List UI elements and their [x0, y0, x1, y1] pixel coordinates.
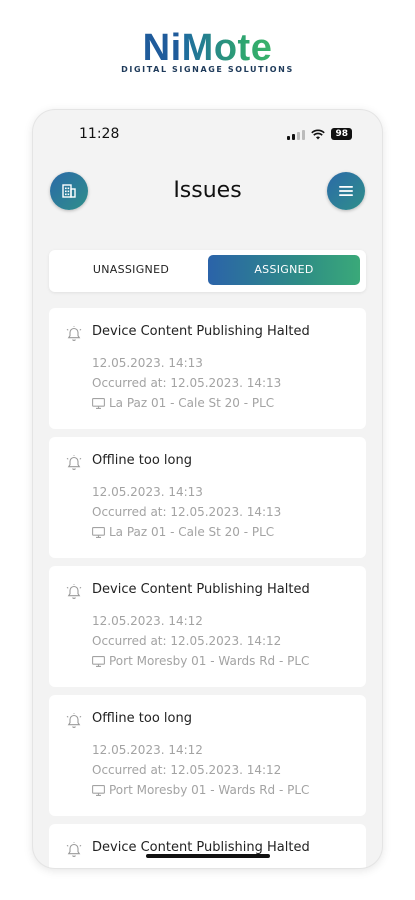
monitor-icon: [92, 785, 105, 796]
alarm-bell-icon: [66, 326, 82, 341]
issue-device-row: La Paz 01 - Cale St 20 - PLC: [92, 525, 274, 539]
brand-name-part1: Ni: [142, 27, 182, 69]
issue-card[interactable]: Device Content Publishing Halted 12.05.2…: [49, 308, 366, 429]
issue-occurred: Occurred at: 12.05.2023. 14:12: [92, 634, 282, 648]
issue-device-row: Port Moresby 01 - Wards Rd - PLC: [92, 654, 309, 668]
issue-device: Port Moresby 01 - Wards Rd - PLC: [109, 654, 310, 668]
issue-occurred: Occurred at: 12.05.2023. 14:13: [92, 376, 282, 390]
issue-device: La Paz 01 - Cale St 20 - PLC: [109, 525, 275, 539]
issue-title: Device Content Publishing Halted: [92, 324, 310, 339]
issue-date: 12.05.2023. 14:13: [92, 485, 203, 499]
alarm-bell-icon: [66, 455, 82, 470]
monitor-icon: [92, 527, 105, 538]
issue-occurred: Occurred at: 12.05.2023. 14:13: [92, 505, 282, 519]
phone-screen: 11:28 98 Issues UNASSIGNED ASSIGNED Devi…: [33, 110, 382, 868]
brand-tagline: DIGITAL SIGNAGE SOLUTIONS: [121, 65, 294, 74]
issue-title: Device Content Publishing Halted: [92, 840, 310, 855]
issue-title: Device Content Publishing Halted: [92, 582, 310, 597]
issue-title: Offline too long: [92, 453, 192, 468]
issue-occurred: Occurred at: 12.05.2023. 14:12: [92, 763, 282, 777]
issue-device: Port Moresby 01 - Wards Rd - PLC: [109, 783, 310, 797]
issue-device: La Paz 01 - Cale St 20 - PLC: [109, 396, 275, 410]
tab-unassigned[interactable]: UNASSIGNED: [55, 255, 207, 285]
menu-button[interactable]: [327, 172, 365, 210]
status-bar: 11:28 98: [33, 124, 382, 144]
home-indicator[interactable]: [146, 854, 270, 858]
issue-card[interactable]: Offline too long 12.05.2023. 14:13 Occur…: [49, 437, 366, 558]
alarm-bell-icon: [66, 713, 82, 728]
tab-assigned[interactable]: ASSIGNED: [208, 255, 360, 285]
issue-title: Offline too long: [92, 711, 192, 726]
menu-icon: [339, 186, 353, 196]
issue-card[interactable]: Offline too long 12.05.2023. 14:12 Occur…: [49, 695, 366, 816]
issue-card[interactable]: Device Content Publishing Halted 12.05.2…: [49, 566, 366, 687]
issue-date: 12.05.2023. 14:13: [92, 356, 203, 370]
status-time: 11:28: [79, 126, 120, 142]
assignment-tabs: UNASSIGNED ASSIGNED: [49, 250, 366, 292]
issue-card[interactable]: Device Content Publishing Halted: [49, 824, 366, 868]
battery-indicator: 98: [331, 128, 352, 140]
brand-logo: NiMote: [0, 28, 415, 68]
wifi-icon: [311, 129, 326, 139]
monitor-icon: [92, 398, 105, 409]
issue-device-row: La Paz 01 - Cale St 20 - PLC: [92, 396, 274, 410]
brand-header: NiMote DIGITAL SIGNAGE SOLUTIONS: [0, 28, 415, 74]
status-icons: 98: [287, 128, 352, 140]
issue-date: 12.05.2023. 14:12: [92, 743, 203, 757]
issue-date: 12.05.2023. 14:12: [92, 614, 203, 628]
alarm-bell-icon: [66, 584, 82, 599]
app-header: Issues: [33, 170, 382, 214]
brand-name-part2: Mote: [181, 27, 273, 69]
monitor-icon: [92, 656, 105, 667]
alarm-bell-icon: [66, 842, 82, 857]
signal-icon: [287, 129, 306, 140]
issue-device-row: Port Moresby 01 - Wards Rd - PLC: [92, 783, 309, 797]
